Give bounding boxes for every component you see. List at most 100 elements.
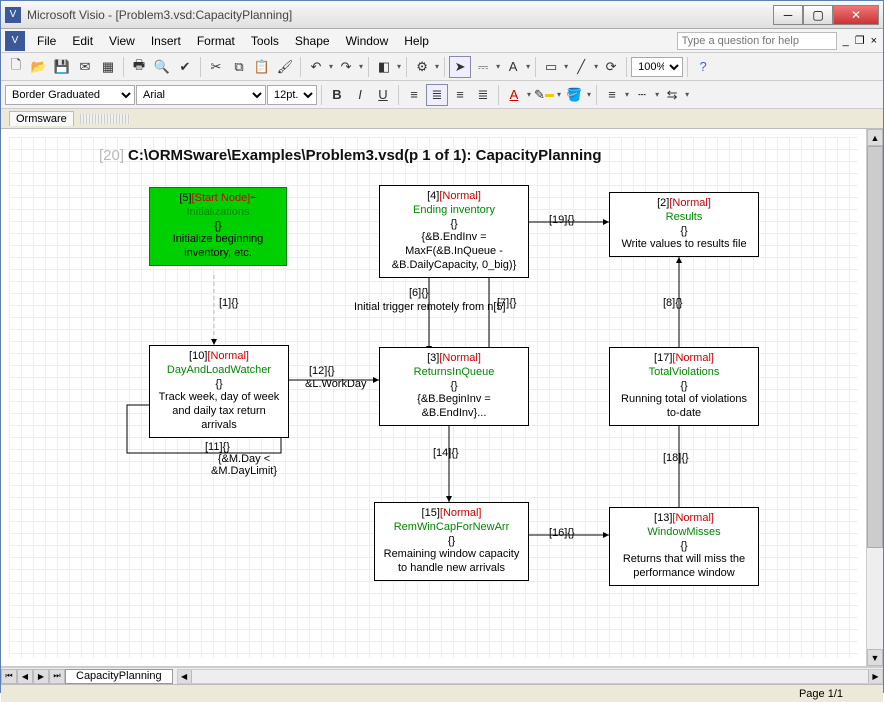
dash-icon[interactable]: ┄ xyxy=(631,84,653,106)
print-icon[interactable]: 🖶 xyxy=(128,56,150,78)
last-page-icon[interactable]: ⏭ xyxy=(49,669,65,684)
email-icon[interactable]: ✉ xyxy=(74,56,96,78)
stencil-icon[interactable]: ▦ xyxy=(97,56,119,78)
ends-dd[interactable]: ▾ xyxy=(684,90,690,99)
menu-file[interactable]: File xyxy=(29,32,64,50)
undo-dd[interactable]: ▾ xyxy=(328,62,334,71)
new-icon[interactable]: 🗋 xyxy=(5,56,27,78)
node-3-returnsq[interactable]: [3][Normal] ReturnsInQueue {} {&B.BeginI… xyxy=(379,347,529,426)
maximize-button[interactable]: ▢ xyxy=(803,5,833,25)
weight-dd[interactable]: ▾ xyxy=(624,90,630,99)
underline-icon[interactable]: U xyxy=(372,84,394,106)
line-color-icon[interactable]: ✎ xyxy=(533,84,555,106)
fill-color-dd[interactable]: ▾ xyxy=(586,90,592,99)
pointer-icon[interactable]: ➤ xyxy=(449,56,471,78)
line-icon[interactable]: ╱ xyxy=(570,56,592,78)
node-15-remwin[interactable]: [15][Normal] RemWinCapForNewArr {} Remai… xyxy=(374,502,529,581)
rect-dd[interactable]: ▾ xyxy=(563,62,569,71)
edge-7-label: [7]{} xyxy=(497,297,517,309)
hscroll-left-icon[interactable]: ◀ xyxy=(178,670,192,683)
format-toolbar: Border Graduated Arial 12pt. B I U ≡ ≣ ≡… xyxy=(1,81,883,109)
line-dd[interactable]: ▾ xyxy=(593,62,599,71)
save-icon[interactable]: 💾 xyxy=(51,56,73,78)
horizontal-scroll-track[interactable]: ◀ ▶ xyxy=(177,669,883,684)
hscroll-right-icon[interactable]: ▶ xyxy=(868,670,882,683)
menu-window[interactable]: Window xyxy=(338,32,397,50)
mdi-restore[interactable]: ❐ xyxy=(853,34,867,47)
italic-icon[interactable]: I xyxy=(349,84,371,106)
node-13-winmiss[interactable]: [13][Normal] WindowMisses {} Returns tha… xyxy=(609,507,759,586)
vertical-scrollbar[interactable]: ▲ ▼ xyxy=(866,129,883,666)
menu-shape[interactable]: Shape xyxy=(287,32,338,50)
node-10-daywatcher[interactable]: [10][Normal] DayAndLoadWatcher {} Track … xyxy=(149,345,289,438)
node-5-start[interactable]: [5][Start Node]~ Initializations {} Init… xyxy=(149,187,287,266)
ends-icon[interactable]: ⇆ xyxy=(661,84,683,106)
undo-icon[interactable]: ↶ xyxy=(305,56,327,78)
font-color-dd[interactable]: ▾ xyxy=(526,90,532,99)
menu-format[interactable]: Format xyxy=(189,32,243,50)
redo-dd[interactable]: ▾ xyxy=(358,62,364,71)
font-color-icon[interactable]: A xyxy=(503,84,525,106)
painter-icon[interactable]: 🖌 xyxy=(274,56,296,78)
connector-icon[interactable]: ⎓ xyxy=(472,56,494,78)
drawing-canvas[interactable]: [20]C:\ORMSware\Examples\Problem3.vsd(p … xyxy=(9,137,858,658)
align-center-icon[interactable]: ≣ xyxy=(426,84,448,106)
cut-icon[interactable]: ✂ xyxy=(205,56,227,78)
menu-help[interactable]: Help xyxy=(396,32,437,50)
scroll-up-icon[interactable]: ▲ xyxy=(867,129,883,146)
align-left-icon[interactable]: ≡ xyxy=(403,84,425,106)
mdi-minimize[interactable]: _ xyxy=(841,35,851,47)
node-4-endinv[interactable]: [4][Normal] Ending inventory {} {&B.EndI… xyxy=(379,185,529,278)
app-window: { "title_bar": { "title": "Microsoft Vis… xyxy=(0,0,884,693)
prev-page-icon[interactable]: ◀ xyxy=(17,669,33,684)
shapes-dd[interactable]: ▾ xyxy=(396,62,402,71)
shapes-tab-ormsware[interactable]: Ormsware xyxy=(9,111,74,126)
menu-view[interactable]: View xyxy=(101,32,143,50)
edge-12-label: [12]{} xyxy=(309,365,335,377)
size-select[interactable]: 12pt. xyxy=(267,85,317,105)
page-tab-capacity[interactable]: CapacityPlanning xyxy=(65,669,173,684)
menu-insert[interactable]: Insert xyxy=(143,32,189,50)
edge-1-label: [1]{} xyxy=(219,297,239,309)
close-button[interactable]: ✕ xyxy=(833,5,879,25)
fill-color-icon[interactable]: 🪣 xyxy=(563,84,585,106)
bold-icon[interactable]: B xyxy=(326,84,348,106)
align-just-icon[interactable]: ≣ xyxy=(472,84,494,106)
mdi-close[interactable]: × xyxy=(869,35,879,47)
align-right-icon[interactable]: ≡ xyxy=(449,84,471,106)
node-2-results[interactable]: [2][Normal] Results {} Write values to r… xyxy=(609,192,759,257)
copy-icon[interactable]: ⧉ xyxy=(228,56,250,78)
next-page-icon[interactable]: ▶ xyxy=(33,669,49,684)
zoom-select[interactable]: 100% xyxy=(631,57,683,77)
shapes-icon[interactable]: ◧ xyxy=(373,56,395,78)
menu-edit[interactable]: Edit xyxy=(64,32,101,50)
doc-icon[interactable]: V xyxy=(5,31,25,51)
connector-dd[interactable]: ▾ xyxy=(495,62,501,71)
preview-icon[interactable]: 🔍 xyxy=(151,56,173,78)
scroll-down-icon[interactable]: ▼ xyxy=(867,649,883,666)
style-select[interactable]: Border Graduated xyxy=(5,85,135,105)
rotate-icon[interactable]: ⟳ xyxy=(600,56,622,78)
line-color-dd[interactable]: ▾ xyxy=(556,90,562,99)
menu-tools[interactable]: Tools xyxy=(243,32,287,50)
chart-icon[interactable]: ⚙ xyxy=(411,56,433,78)
help-search-input[interactable] xyxy=(677,32,837,50)
redo-icon[interactable]: ↷ xyxy=(335,56,357,78)
standard-toolbar: 🗋 📂 💾 ✉ ▦ 🖶 🔍 ✔ ✂ ⧉ 📋 🖌 ↶▾ ↷▾ ◧▾ ⚙▾ ➤ ⎓▾… xyxy=(1,53,883,81)
chart-dd[interactable]: ▾ xyxy=(434,62,440,71)
rect-icon[interactable]: ▭ xyxy=(540,56,562,78)
dash-dd[interactable]: ▾ xyxy=(654,90,660,99)
font-select[interactable]: Arial xyxy=(136,85,266,105)
node-17-totviol[interactable]: [17][Normal] TotalViolations {} Running … xyxy=(609,347,759,426)
spell-icon[interactable]: ✔ xyxy=(174,56,196,78)
scroll-thumb[interactable] xyxy=(867,146,883,548)
paste-icon[interactable]: 📋 xyxy=(251,56,273,78)
text-icon[interactable]: A xyxy=(502,56,524,78)
helpq-icon[interactable]: ? xyxy=(692,56,714,78)
weight-icon[interactable]: ≡ xyxy=(601,84,623,106)
open-icon[interactable]: 📂 xyxy=(28,56,50,78)
text-dd[interactable]: ▾ xyxy=(525,62,531,71)
minimize-button[interactable]: ─ xyxy=(773,5,803,25)
first-page-icon[interactable]: ⏮ xyxy=(1,669,17,684)
pane-sizer[interactable] xyxy=(80,114,130,124)
